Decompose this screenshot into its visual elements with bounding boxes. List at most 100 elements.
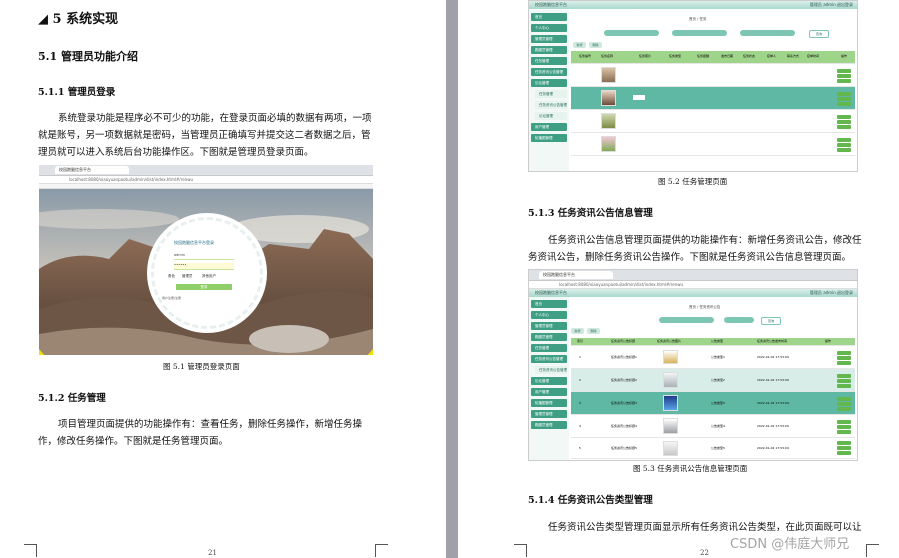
row-actions — [837, 373, 851, 389]
edit-button[interactable] — [837, 97, 851, 101]
sidebar-item-task[interactable]: 任务管理 — [531, 57, 567, 65]
paragraph-task: 项目管理页面提供的功能操作有：查看任务，删除任务操作，新增任务操作，修改任务操作… — [38, 419, 363, 447]
sidebar-item-admin[interactable]: 管理员管理 — [531, 322, 567, 330]
password-input[interactable]: •••••• — [174, 263, 234, 270]
sidebar-item-profile[interactable]: 个人中心 — [531, 24, 567, 32]
search-field-task-number[interactable] — [604, 30, 659, 36]
edit-button[interactable] — [837, 446, 851, 450]
sidebar-item-user[interactable]: 用户管理 — [531, 123, 567, 131]
delete-row-button[interactable] — [837, 430, 851, 434]
sidebar-subitem[interactable]: 任务管理 — [535, 90, 567, 98]
add-button[interactable]: 新增 — [571, 328, 584, 334]
role-option-other[interactable]: 其他用户 — [202, 274, 216, 279]
sidebar-item-carousel[interactable]: 轮播图管理 — [531, 134, 567, 142]
search-field-task-type[interactable] — [740, 30, 795, 36]
delete-row-button[interactable] — [837, 125, 851, 129]
add-button[interactable]: 新增 — [573, 42, 586, 48]
sidebar-item-admin[interactable]: 管理员管理 — [531, 35, 567, 43]
detail-button[interactable] — [837, 374, 851, 378]
sidebar-item-forum[interactable]: 论坛管理 — [531, 79, 567, 87]
edit-button[interactable] — [837, 120, 851, 124]
app-title: 校园跑腿信息平台 — [535, 290, 567, 295]
edit-button[interactable] — [837, 143, 851, 147]
detail-button[interactable] — [837, 115, 851, 119]
table-row[interactable] — [571, 87, 855, 110]
delete-row-button[interactable] — [837, 384, 851, 388]
register-link[interactable]: 用户注册/注册 — [162, 296, 181, 300]
table-row[interactable] — [571, 64, 855, 87]
row-actions — [837, 396, 851, 412]
address-bar[interactable]: localhost:8080/xiaoyuanpaotui/admin/dist… — [529, 281, 857, 289]
sidebar-item-home[interactable]: 首页 — [531, 300, 567, 308]
detail-button[interactable] — [837, 397, 851, 401]
edit-button[interactable] — [837, 356, 851, 360]
sidebar-item-notice[interactable]: 任务资讯公告管理 — [531, 355, 567, 363]
search-button[interactable]: 查询 — [761, 317, 781, 325]
delete-row-button[interactable] — [837, 79, 851, 83]
sidebar-item-notice[interactable]: 任务资讯公告管理 — [531, 68, 567, 76]
detail-button[interactable] — [837, 69, 851, 73]
sidebar-item-forum[interactable]: 论坛管理 — [531, 377, 567, 385]
column-header: 任务资讯公告标题 — [611, 339, 636, 343]
delete-row-button[interactable] — [837, 361, 851, 365]
table-row[interactable]: 2 任务资讯公告标题2 公告类型2 2022-01-02 17:53:09 — [571, 369, 855, 392]
edit-button[interactable] — [837, 74, 851, 78]
delete-row-button[interactable] — [837, 102, 851, 106]
table-row[interactable]: 3 任务资讯公告标题3 公告类型3 2022-01-02 17:53:09 — [571, 392, 855, 415]
delete-row-button[interactable] — [837, 451, 851, 455]
cell-title: 任务资讯公告标题1 — [611, 355, 637, 359]
task-photo — [601, 90, 616, 106]
sidebar-item-profile[interactable]: 个人中心 — [531, 311, 567, 319]
table-row[interactable]: 4 任务资讯公告标题4 公告类型4 2022-01-02 17:53:09 — [571, 415, 855, 438]
username-input[interactable]: admin — [174, 253, 234, 260]
detail-button[interactable] — [837, 441, 851, 445]
row-actions — [837, 114, 851, 130]
table-row[interactable]: 1 任务资讯公告标题1 公告类型1 2022-01-02 17:53:09 — [571, 346, 855, 369]
detail-button[interactable] — [837, 138, 851, 142]
login-title: 校园跑腿信息平台登录 — [174, 240, 214, 245]
column-header: 任务报酬 — [697, 54, 710, 58]
document-page-22: 校园跑腿信息平台 管理员 admin 退出登录 首页 个人中心 管理员管理 跑腿… — [458, 0, 899, 558]
delete-row-button[interactable] — [837, 407, 851, 411]
table-row[interactable]: 5 任务资讯公告标题5 公告类型5 2022-01-02 17:53:09 — [571, 438, 855, 459]
login-submit-button[interactable]: 登录 — [176, 284, 232, 290]
edit-button[interactable] — [837, 379, 851, 383]
table-row[interactable] — [571, 133, 855, 156]
task-management-screenshot: 校园跑腿信息平台 管理员 admin 退出登录 首页 个人中心 管理员管理 跑腿… — [528, 0, 858, 172]
browser-tab[interactable]: 校园跑腿信息平台 — [55, 166, 129, 174]
sidebar-item-extra[interactable]: 管理员管理 — [531, 410, 567, 418]
app-title: 校园跑腿信息平台 — [535, 2, 567, 7]
user-info[interactable]: 管理员 admin 退出登录 — [810, 1, 853, 9]
user-info[interactable]: 管理员 admin 退出登录 — [810, 289, 853, 297]
sidebar-subitem[interactable]: 任务资讯公告管理 — [535, 101, 567, 109]
detail-button[interactable] — [837, 420, 851, 424]
detail-button[interactable] — [837, 351, 851, 355]
sidebar-item-task[interactable]: 任务管理 — [531, 344, 567, 352]
sidebar-item-carousel[interactable]: 轮播图管理 — [531, 399, 567, 407]
detail-button[interactable] — [837, 92, 851, 96]
role-option-admin[interactable]: 管理员 — [182, 274, 193, 279]
browser-tab[interactable]: 校园跑腿信息平台 — [539, 271, 613, 279]
edit-button[interactable] — [837, 425, 851, 429]
sidebar-item-runner[interactable]: 跑腿员管理 — [531, 46, 567, 54]
delete-row-button[interactable] — [837, 148, 851, 152]
column-header: 发布日期 — [721, 54, 734, 58]
cell-time: 2022-01-02 17:53:09 — [757, 446, 789, 450]
sidebar-subitem[interactable]: 论坛管理 — [535, 112, 567, 120]
sidebar-item-extra[interactable]: 跑腿员管理 — [531, 421, 567, 429]
row-actions — [837, 137, 851, 153]
cell-title: 任务资讯公告标题2 — [611, 378, 637, 382]
search-field-task-name[interactable] — [672, 30, 727, 36]
sidebar-subitem[interactable]: 任务资讯公告管理 — [535, 366, 567, 374]
search-button[interactable]: 查询 — [809, 30, 829, 38]
sidebar-item-runner[interactable]: 跑腿员管理 — [531, 333, 567, 341]
edit-button[interactable] — [837, 402, 851, 406]
table-row[interactable] — [571, 110, 855, 133]
delete-button[interactable]: 删除 — [587, 328, 600, 334]
address-bar[interactable]: localhost:8080/xiaoyuanpaotui/admin/dist… — [39, 176, 373, 184]
search-field-title[interactable] — [659, 317, 714, 323]
search-field-type[interactable] — [724, 317, 754, 323]
delete-button[interactable]: 删除 — [589, 42, 602, 48]
sidebar-item-home[interactable]: 首页 — [531, 13, 567, 21]
sidebar-item-user[interactable]: 用户管理 — [531, 388, 567, 396]
